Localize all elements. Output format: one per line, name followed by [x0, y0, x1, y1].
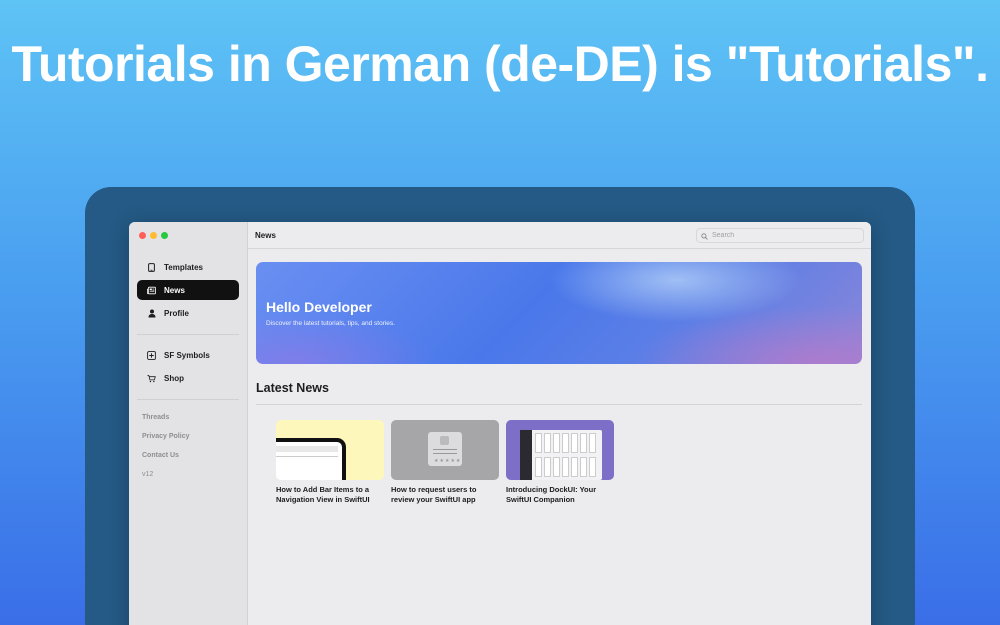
phone-icon: [147, 262, 156, 272]
news-card-title: How to request users to review your Swif…: [391, 485, 477, 504]
review-dialog-illustration: ★★★★★: [428, 432, 462, 466]
news-thumbnail: ★★★★★: [391, 420, 499, 480]
window-controls: [139, 232, 168, 239]
search-icon: [701, 227, 708, 245]
threads-link[interactable]: Threads: [142, 414, 169, 421]
news-card[interactable]: ★★★★★ How to request users to review you…: [391, 420, 499, 505]
main-content: News Hello Developer Discover the latest…: [248, 222, 871, 625]
news-thumbnail: [506, 420, 614, 480]
section-title: Latest News: [256, 381, 329, 395]
newspaper-icon: [147, 286, 156, 295]
sidebar-item-label: Templates: [164, 262, 203, 272]
search-input[interactable]: [712, 232, 852, 239]
phone-illustration: [276, 438, 346, 480]
sidebar-item-label: News: [164, 285, 185, 295]
symbols-grid-icon: [147, 350, 156, 360]
sidebar-item-profile[interactable]: Profile: [137, 303, 239, 323]
sidebar-divider: [137, 334, 239, 335]
news-card-title: Introducing DockUI: Your SwiftUI Compani…: [506, 485, 597, 504]
app-screens-illustration: [520, 430, 602, 480]
person-icon: [147, 309, 156, 318]
news-card-title: How to Add Bar Items to a Navigation Vie…: [276, 485, 370, 504]
hero-subtitle: Discover the latest tutorials, tips, and…: [266, 320, 395, 327]
star-icon: ★★★★★: [434, 458, 462, 464]
news-thumbnail: [276, 420, 384, 480]
hero-banner[interactable]: Hello Developer Discover the latest tuto…: [256, 262, 862, 364]
headline: Tutorials in German (de-DE) is "Tutorial…: [11, 36, 989, 92]
version-label: v12: [142, 471, 154, 478]
news-card[interactable]: Introducing DockUI: Your SwiftUI Compani…: [506, 420, 614, 505]
sidebar: Templates News Profile SF Symbols Shop T…: [129, 222, 248, 625]
search-field[interactable]: [696, 228, 864, 243]
sidebar-item-news[interactable]: News: [137, 280, 239, 300]
cart-icon: [147, 374, 156, 383]
toolbar: News: [248, 222, 871, 249]
privacy-policy-link[interactable]: Privacy Policy: [142, 433, 189, 440]
sidebar-item-label: SF Symbols: [164, 350, 210, 360]
page-title: News: [255, 231, 276, 240]
sidebar-divider: [137, 399, 239, 400]
contact-us-link[interactable]: Contact Us: [142, 452, 179, 459]
zoom-window-button[interactable]: [161, 232, 168, 239]
section-divider: [256, 404, 862, 405]
app-window: Templates News Profile SF Symbols Shop T…: [129, 222, 871, 625]
sidebar-item-shop[interactable]: Shop: [137, 368, 239, 388]
news-card[interactable]: How to Add Bar Items to a Navigation Vie…: [276, 420, 384, 505]
sidebar-item-label: Shop: [164, 373, 184, 383]
close-window-button[interactable]: [139, 232, 146, 239]
sidebar-item-label: Profile: [164, 308, 189, 318]
sidebar-item-sf-symbols[interactable]: SF Symbols: [137, 345, 239, 365]
minimize-window-button[interactable]: [150, 232, 157, 239]
sidebar-item-templates[interactable]: Templates: [137, 257, 239, 277]
hero-title: Hello Developer: [266, 299, 372, 315]
